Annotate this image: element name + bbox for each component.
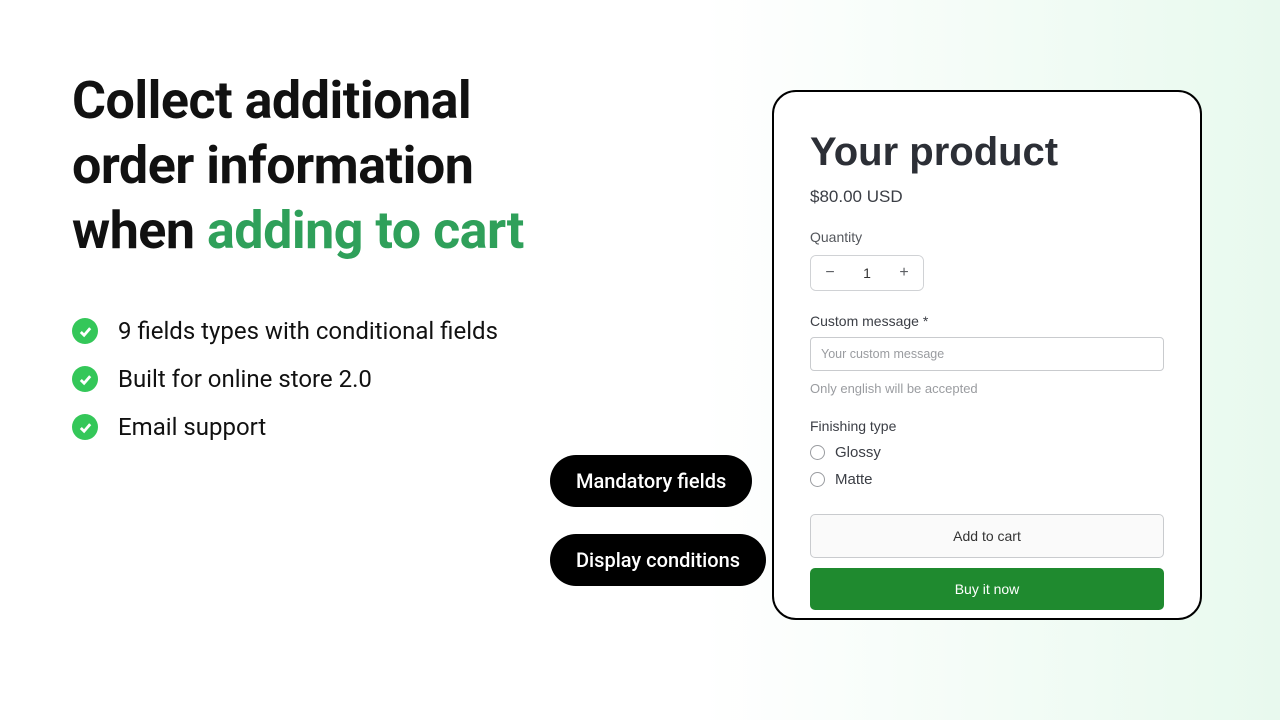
- radio-label: Glossy: [835, 444, 881, 461]
- heading-line-3-prefix: when: [72, 200, 207, 261]
- heading-line-3-accent: adding to cart: [207, 200, 524, 261]
- quantity-label: Quantity: [810, 229, 1164, 245]
- mandatory-fields-pill: Mandatory fields: [550, 455, 752, 507]
- main-heading: Collect additional order information whe…: [72, 68, 692, 263]
- buy-now-button[interactable]: Buy it now: [810, 568, 1164, 610]
- radio-icon: [810, 472, 825, 487]
- finishing-option-matte[interactable]: Matte: [810, 471, 1164, 488]
- check-icon: [72, 318, 98, 344]
- finishing-type-label: Finishing type: [810, 418, 1164, 434]
- feature-item: Email support: [72, 413, 692, 441]
- product-price: $80.00 USD: [810, 187, 1164, 207]
- feature-text: Email support: [118, 413, 266, 441]
- feature-item: 9 fields types with conditional fields: [72, 317, 692, 345]
- custom-message-hint: Only english will be accepted: [810, 381, 1164, 396]
- quantity-increment-button[interactable]: +: [885, 256, 923, 290]
- custom-message-input[interactable]: [810, 337, 1164, 371]
- display-conditions-pill: Display conditions: [550, 534, 766, 586]
- check-icon: [72, 414, 98, 440]
- heading-line-2: order information: [72, 135, 473, 196]
- check-icon: [72, 366, 98, 392]
- features-list: 9 fields types with conditional fields B…: [72, 317, 692, 441]
- feature-text: 9 fields types with conditional fields: [118, 317, 498, 345]
- quantity-value: 1: [849, 265, 885, 281]
- finishing-option-glossy[interactable]: Glossy: [810, 444, 1164, 461]
- quantity-stepper: − 1 +: [810, 255, 924, 291]
- radio-icon: [810, 445, 825, 460]
- radio-label: Matte: [835, 471, 873, 488]
- feature-item: Built for online store 2.0: [72, 365, 692, 393]
- product-title: Your product: [810, 130, 1164, 175]
- feature-text: Built for online store 2.0: [118, 365, 372, 393]
- heading-line-1: Collect additional: [72, 70, 471, 131]
- quantity-decrement-button[interactable]: −: [811, 256, 849, 290]
- add-to-cart-button[interactable]: Add to cart: [810, 514, 1164, 558]
- finishing-type-group: Finishing type Glossy Matte: [810, 418, 1164, 488]
- custom-message-label: Custom message *: [810, 313, 1164, 329]
- product-card: Your product $80.00 USD Quantity − 1 + C…: [772, 90, 1202, 620]
